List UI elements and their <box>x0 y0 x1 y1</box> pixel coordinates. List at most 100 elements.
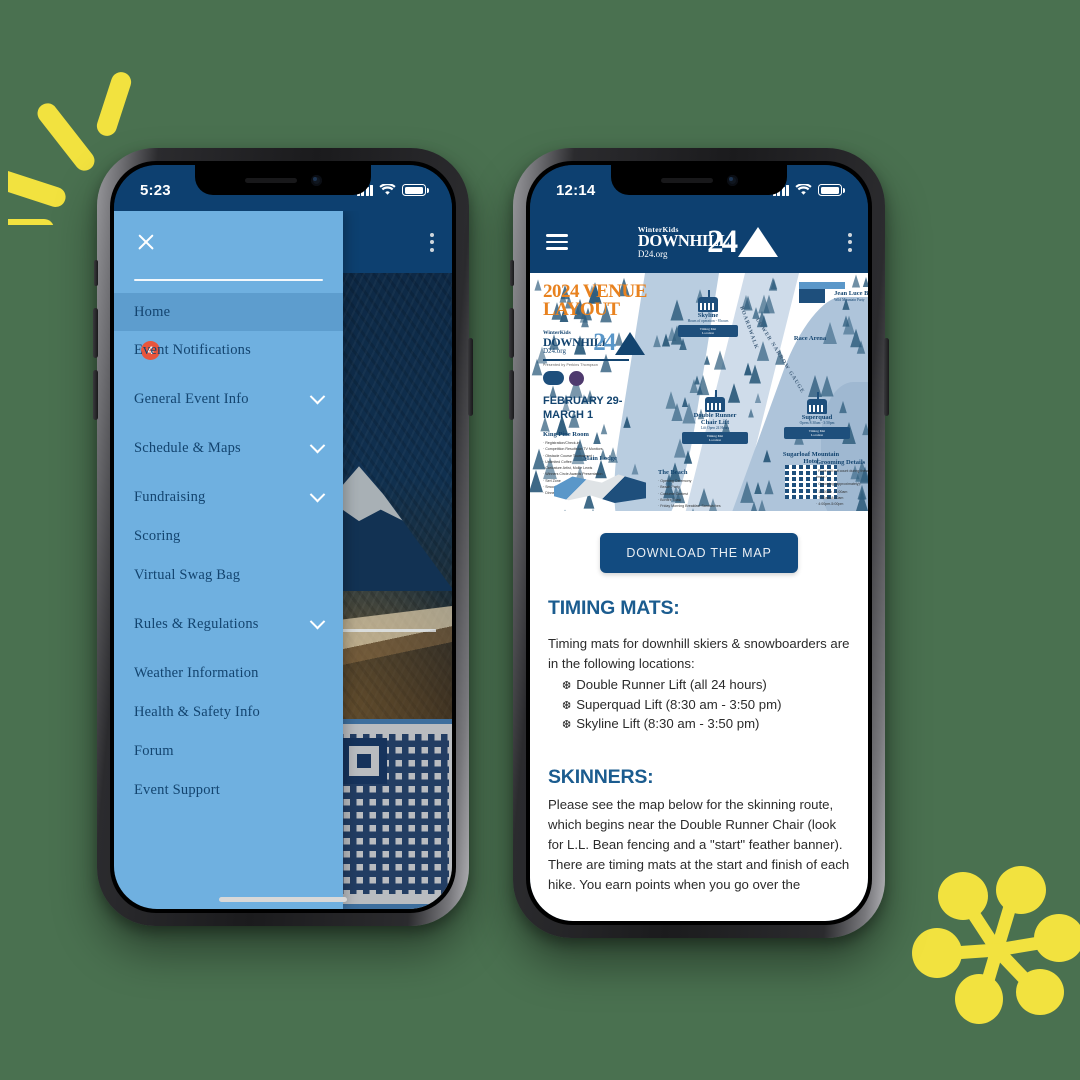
app-logo[interactable]: WinterKids DOWNHILL D24.org 24 <box>638 223 779 261</box>
grooming-heading: Grooming Details <box>816 459 866 466</box>
phone-bezel: 5:23 t Guide! <box>110 161 456 913</box>
status-time: 5:23 <box>140 181 171 199</box>
sponsor-seals <box>543 370 645 386</box>
grooming-disclaimer: *Details subject to change, times not to… <box>816 510 868 512</box>
conifer-tree-icon <box>622 415 631 428</box>
sidebar-item-label: Scoring <box>134 528 181 544</box>
sidebar-item-label: General Event Info <box>134 391 249 407</box>
building-icon <box>798 282 845 303</box>
conifer-tree-icon <box>843 315 856 335</box>
power-button[interactable] <box>468 338 473 416</box>
conifer-tree-icon <box>820 375 834 397</box>
conifer-tree-icon <box>756 341 769 362</box>
sidebar-item-fundraising[interactable]: Fundraising <box>114 478 343 517</box>
label-skyline-lift: Skyline Hours of operation - 8 hours Tim… <box>678 290 738 338</box>
conifer-tree-icon <box>740 481 755 503</box>
home-indicator[interactable] <box>219 897 347 902</box>
chevron-down-icon[interactable] <box>309 613 326 630</box>
label-jean-luce-building: Jean Luce Building Wild Mountain Party <box>792 282 868 303</box>
sidebar-item-label: Health & Safety Info <box>134 704 261 720</box>
conifer-tree-icon <box>755 499 769 511</box>
notch-right <box>611 165 787 195</box>
navigation-drawer: Home Event Notifications 4 General Event In… <box>114 211 343 909</box>
notch <box>195 165 371 195</box>
skinners-body: Please see the map below for the skinnin… <box>548 796 850 892</box>
grooming-time: 4:00pm-5:00pm <box>816 501 868 507</box>
label-race-arena: Race Arena <box>793 335 827 342</box>
sidebar-item-label: Weather Information <box>134 665 259 681</box>
conifer-tree-icon <box>652 334 661 347</box>
map-logo-mountain-icon <box>615 331 646 355</box>
timing-mat-badge: Timing Mat Location <box>678 325 738 338</box>
download-map-button[interactable]: DOWNLOAD THE MAP <box>600 533 798 573</box>
wifi-icon-right <box>795 184 812 195</box>
conifer-tree-icon <box>768 277 778 292</box>
map-date: FEBRUARY 29- MARCH 1 <box>543 395 622 423</box>
app-header-right: WinterKids DOWNHILL D24.org 24 <box>530 211 868 273</box>
map-logo: WinterKids DOWNHILL D24.org 24 Presented… <box>543 329 646 386</box>
chairlift-icon <box>698 290 718 312</box>
kebab-menu-icon[interactable] <box>430 232 434 252</box>
timing-mat-location: Double Runner Lift (all 24 hours) <box>562 675 850 695</box>
conifer-tree-icon <box>534 279 542 291</box>
conifer-tree-icon <box>862 277 868 288</box>
sidebar-item-label: Virtual Swag Bag <box>134 567 241 583</box>
hamburger-menu-icon[interactable] <box>546 234 568 250</box>
chevron-down-icon[interactable] <box>309 388 326 405</box>
conifer-tree-icon <box>744 362 753 376</box>
kebab-menu-icon-right[interactable] <box>847 232 852 252</box>
label-superquad-lift: Superquad Opens 8:30am - 3:50pm Timing M… <box>784 392 850 440</box>
silent-switch-right[interactable] <box>510 260 514 286</box>
map-logo-rule <box>543 359 629 361</box>
the-beach-item: Friday Morning Breakfast Sandwiches <box>658 503 721 509</box>
sidebar-item-label: Forum <box>134 743 174 759</box>
logo-year: 24 <box>707 223 738 260</box>
sidebar-item-home[interactable]: Home <box>114 293 343 331</box>
volume-down-button-right[interactable] <box>509 370 514 420</box>
volume-up-button-right[interactable] <box>509 308 514 358</box>
conifer-tree-icon <box>754 481 762 494</box>
map-title-line2: LAYOUT <box>543 299 620 321</box>
wifi-icon <box>379 184 396 195</box>
volume-up-button[interactable] <box>93 308 98 358</box>
volume-down-button[interactable] <box>93 370 98 420</box>
venue-map-image[interactable]: 2024 VENUE LAYOUT WinterKids DOWNHILL D2… <box>530 273 868 511</box>
timing-mats-locations: Double Runner Lift (all 24 hours)Superqu… <box>562 675 850 734</box>
silent-switch[interactable] <box>94 260 98 286</box>
chevron-down-icon[interactable] <box>309 437 326 454</box>
conifer-tree-icon <box>631 463 639 475</box>
sidebar-item-label: Rules & Regulations <box>134 616 259 632</box>
close-icon[interactable] <box>136 232 156 252</box>
skinners-heading: SKINNERS: <box>548 765 654 788</box>
sidebar-item-general-event-info[interactable]: General Event Info <box>114 380 343 419</box>
drawer-header <box>114 211 343 273</box>
the-beach-block: The Beach Opening CeremonyBeach PartyCos… <box>658 469 721 509</box>
sidebar-item-event-support[interactable]: Event Support <box>114 771 343 810</box>
king-pine-heading: King Pine Room <box>543 431 589 438</box>
phone-device-left: 5:23 t Guide! <box>93 148 473 926</box>
sidebar-item-label: Home <box>134 303 171 320</box>
chevron-down-icon[interactable] <box>309 486 326 503</box>
conifer-tree-icon <box>662 333 671 347</box>
sidebar-item-rules-regulations[interactable]: Rules & Regulations <box>114 605 343 644</box>
battery-icon <box>402 184 429 196</box>
sidebar-item-scoring[interactable]: Scoring <box>114 517 343 556</box>
sidebar-item-forum[interactable]: Forum <box>114 732 343 771</box>
map-title: 2024 VENUE LAYOUT <box>543 282 647 321</box>
chairlift-icon <box>807 392 827 414</box>
sidebar-item-virtual-swag-bag[interactable]: Virtual Swag Bag <box>114 556 343 595</box>
front-camera-icon <box>310 174 322 186</box>
conifer-tree-icon <box>861 423 868 436</box>
conifer-tree-icon <box>530 470 543 493</box>
sidebar-item-health-safety-info[interactable]: Health & Safety Info <box>114 693 343 732</box>
conifer-tree-icon <box>748 408 755 418</box>
timing-mat-location: Skyline Lift (8:30 am - 3:50 pm) <box>562 714 850 734</box>
sidebar-item-schedule-maps[interactable]: Schedule & Maps <box>114 429 343 468</box>
power-button-right[interactable] <box>884 338 889 416</box>
sidebar-item-weather-information[interactable]: Weather Information <box>114 654 343 693</box>
logo-mountain-icon <box>738 227 779 257</box>
grooming-times-list: 12:00am - 1:00am7:00am-8:00am4:00pm-5:00… <box>816 489 868 508</box>
the-beach-list: Opening CeremonyBeach PartyCostume Conte… <box>658 478 721 509</box>
sidebar-item-event-notifications[interactable]: Event Notifications 4 <box>114 331 343 370</box>
front-camera-icon-right <box>726 174 738 186</box>
